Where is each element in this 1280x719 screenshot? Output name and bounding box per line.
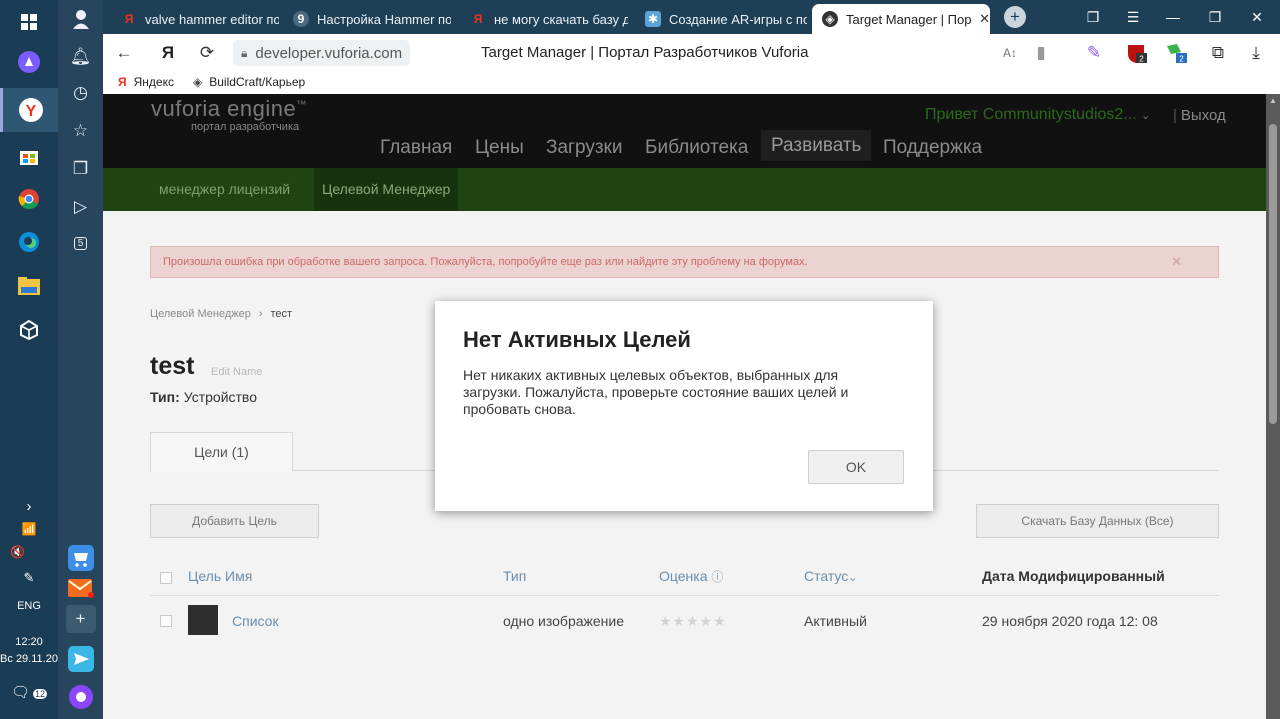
cart-icon xyxy=(67,545,94,571)
unity-icon xyxy=(20,320,38,340)
yandex-icon: Я xyxy=(473,12,483,26)
alice-icon xyxy=(68,685,93,709)
yandex-icon: Я xyxy=(118,75,127,89)
unity-taskbar-icon[interactable] xyxy=(0,308,58,352)
counter-icon[interactable]: 5 xyxy=(58,226,103,260)
no-active-targets-dialog: Нет Активных Целей Нет никаких активных … xyxy=(435,301,933,511)
translate-icon[interactable]: A↕ xyxy=(999,42,1021,64)
browser-tab-2[interactable]: 9Настройка Hammer под С xyxy=(283,4,451,34)
windows-taskbar: Y › 📶 🔇 ✎ ENG 12:20 Вс 29.11.20 🗨 12 xyxy=(0,0,58,719)
scrollbar-thumb[interactable] xyxy=(1269,124,1277,424)
extension-badge-2: 2 xyxy=(1179,55,1184,64)
adblock-extension-icon[interactable]: 2 xyxy=(1125,42,1147,64)
store-taskbar-icon[interactable] xyxy=(0,134,58,178)
clock-date[interactable]: Вс 29.11.20 xyxy=(0,653,58,665)
diamond-icon: ◈ xyxy=(193,75,203,89)
menu-icon[interactable]: ☰ xyxy=(1121,6,1145,28)
pen-icon[interactable]: ✎ xyxy=(0,570,58,586)
pen-extension-icon[interactable]: ✎ xyxy=(1083,42,1105,64)
browser-tab-1[interactable]: Яvalve hammer editor под xyxy=(111,4,279,34)
browser-tab-5-active[interactable]: ◈ Target Manager | Пор ✕ xyxy=(812,4,990,34)
bookmark-icon[interactable]: ▮ xyxy=(1030,42,1052,64)
language-indicator[interactable]: ENG xyxy=(0,600,58,612)
scroll-up-icon[interactable]: ▲ xyxy=(1268,96,1278,106)
dialog-title: Нет Активных Целей xyxy=(463,327,691,352)
lock-icon: 🔒︎ xyxy=(241,45,248,60)
bookmark-yandex[interactable]: Я Яндекс xyxy=(118,75,174,89)
new-tab-button[interactable]: + xyxy=(1004,6,1026,28)
alice-icon xyxy=(18,51,40,73)
play-icon[interactable]: ▷ xyxy=(58,190,103,224)
star-icon[interactable]: ☆ xyxy=(58,114,103,148)
edge-taskbar-icon[interactable] xyxy=(0,220,58,264)
messenger-icon[interactable] xyxy=(58,642,103,676)
notifications-count: 12 xyxy=(33,689,48,699)
browser-tab-3[interactable]: Яне могу скачать базу да xyxy=(460,4,628,34)
notification-icon: 🗨 xyxy=(10,684,30,701)
windows-logo-icon xyxy=(21,14,37,30)
dialog-message: Нет никаких активных целевых объектов, в… xyxy=(463,367,849,417)
site-icon: ✱ xyxy=(645,11,661,27)
download-icon[interactable]: ⤓ xyxy=(1245,42,1267,64)
collections-icon[interactable]: ❐ xyxy=(58,152,103,186)
market-icon[interactable] xyxy=(58,541,103,575)
url-text: developer.vuforia.com xyxy=(255,44,403,62)
alice-app-icon[interactable] xyxy=(0,40,58,84)
send-icon xyxy=(67,646,94,672)
address-bar[interactable]: 🔒︎ developer.vuforia.com xyxy=(233,40,411,66)
bookmarks-bar: Я Яндекс ◈ BuildCraft/Карьер xyxy=(103,72,1280,94)
chrome-taskbar-icon[interactable] xyxy=(0,177,58,221)
reload-icon[interactable]: ⟳ xyxy=(196,42,218,64)
vpn-extension-icon[interactable]: 2 xyxy=(1165,42,1187,64)
bookmark-buildcraft[interactable]: ◈ BuildCraft/Карьер xyxy=(193,75,305,89)
shield-icon: 2 xyxy=(1128,45,1147,64)
svg-text:Y: Y xyxy=(25,103,36,120)
folder-icon xyxy=(18,277,40,295)
extensions-icon[interactable]: ⧉ xyxy=(1207,42,1229,64)
yandex-browser-icon: Y xyxy=(18,98,43,122)
browser-tab-4[interactable]: ✱ Создание AR-игры с пом xyxy=(635,4,807,34)
start-button[interactable] xyxy=(0,0,58,44)
history-icon[interactable]: ◷ xyxy=(58,76,103,110)
yandex-browser-taskbar-icon[interactable]: Y xyxy=(0,88,58,132)
minimize-icon[interactable]: — xyxy=(1161,6,1185,28)
site-icon: 9 xyxy=(293,11,309,27)
tabs-overview-icon[interactable]: ❐ xyxy=(1081,6,1105,28)
network-icon[interactable]: 📶 xyxy=(0,522,58,536)
explorer-taskbar-icon[interactable] xyxy=(0,264,58,308)
mail-icon[interactable] xyxy=(58,571,103,605)
browser-side-panel: 🔔︎ ◷ ☆ ❐ ▷ 5 + xyxy=(58,0,103,719)
page-scrollbar[interactable]: ▲ xyxy=(1266,94,1280,719)
unity-icon: ◈ xyxy=(822,11,838,27)
store-icon xyxy=(20,151,38,165)
bell-icon[interactable]: 🔔︎ xyxy=(58,40,103,74)
tab-strip: Яvalve hammer editor под 9 Настройка Hamm… xyxy=(103,0,1280,34)
back-icon[interactable]: ← xyxy=(113,42,135,64)
envelope-icon xyxy=(67,579,94,598)
alice-panel-icon[interactable] xyxy=(58,680,103,714)
page-title: Target Manager | Портал Разработчиков Vu… xyxy=(481,44,809,61)
ok-button[interactable]: OK xyxy=(808,450,904,484)
puzzle-icon: 2 xyxy=(1167,44,1187,64)
browser-toolbar: ← Я ⟳ 🔒︎ developer.vuforia.com Target Ma… xyxy=(103,34,1280,72)
yandex-icon: Я xyxy=(124,12,134,26)
chevron-right-icon[interactable]: › xyxy=(0,498,58,515)
chrome-icon xyxy=(18,189,39,210)
extension-badge-1: 2 xyxy=(1139,55,1144,64)
volume-muted-icon[interactable]: 🔇 xyxy=(0,545,58,559)
restore-icon[interactable]: ❐ xyxy=(1203,6,1227,28)
close-window-icon[interactable]: ✕ xyxy=(1245,6,1269,28)
notifications-button[interactable]: 🗨 12 xyxy=(0,683,58,701)
profile-icon[interactable] xyxy=(58,2,103,36)
close-tab-icon[interactable]: ✕ xyxy=(979,11,990,27)
add-panel-icon[interactable]: + xyxy=(58,602,103,636)
yandex-home-icon[interactable]: Я xyxy=(157,42,179,64)
clock-time[interactable]: 12:20 xyxy=(0,636,58,648)
edge-icon xyxy=(19,232,39,252)
user-icon xyxy=(72,10,89,29)
